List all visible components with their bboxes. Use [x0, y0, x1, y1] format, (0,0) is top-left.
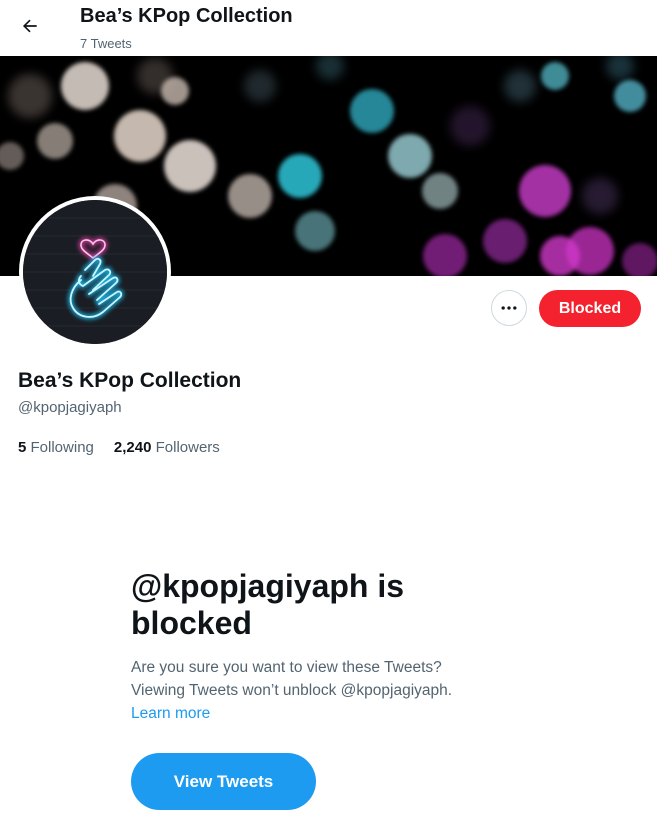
- header-tweet-count: 7 Tweets: [80, 36, 132, 51]
- blocked-desc-line2: Viewing Tweets won’t unblock @kpopjagiya…: [131, 682, 453, 699]
- blocked-button[interactable]: Blocked: [539, 290, 641, 327]
- more-options-button[interactable]: [491, 290, 527, 326]
- followers-link[interactable]: 2,240 Followers: [114, 439, 220, 456]
- avatar-image: [23, 200, 167, 344]
- followers-label: Followers: [155, 439, 220, 456]
- following-label: Following: [30, 439, 94, 456]
- view-tweets-button[interactable]: View Tweets: [131, 753, 316, 810]
- more-horizontal-icon: [501, 306, 517, 310]
- learn-more-link[interactable]: Learn more: [131, 702, 531, 725]
- profile-stats: 5 Following 2,240 Followers: [18, 439, 240, 456]
- profile-name: Bea’s KPop Collection: [18, 369, 242, 392]
- header-title: Bea’s KPop Collection: [80, 5, 293, 27]
- avatar[interactable]: [19, 196, 171, 348]
- arrow-left-icon: [22, 19, 37, 33]
- back-button[interactable]: [12, 8, 48, 44]
- following-link[interactable]: 5 Following: [18, 439, 94, 456]
- top-bar: Bea’s KPop Collection 7 Tweets: [0, 0, 657, 56]
- blocked-desc-line1: Are you sure you want to view these Twee…: [131, 659, 442, 676]
- blocked-description: Are you sure you want to view these Twee…: [131, 656, 531, 725]
- following-count: 5: [18, 439, 27, 456]
- followers-count: 2,240: [113, 439, 152, 456]
- blocked-title: @kpopjagiyaph is blocked: [131, 568, 405, 641]
- profile-handle: @kpopjagiyaph: [18, 399, 122, 416]
